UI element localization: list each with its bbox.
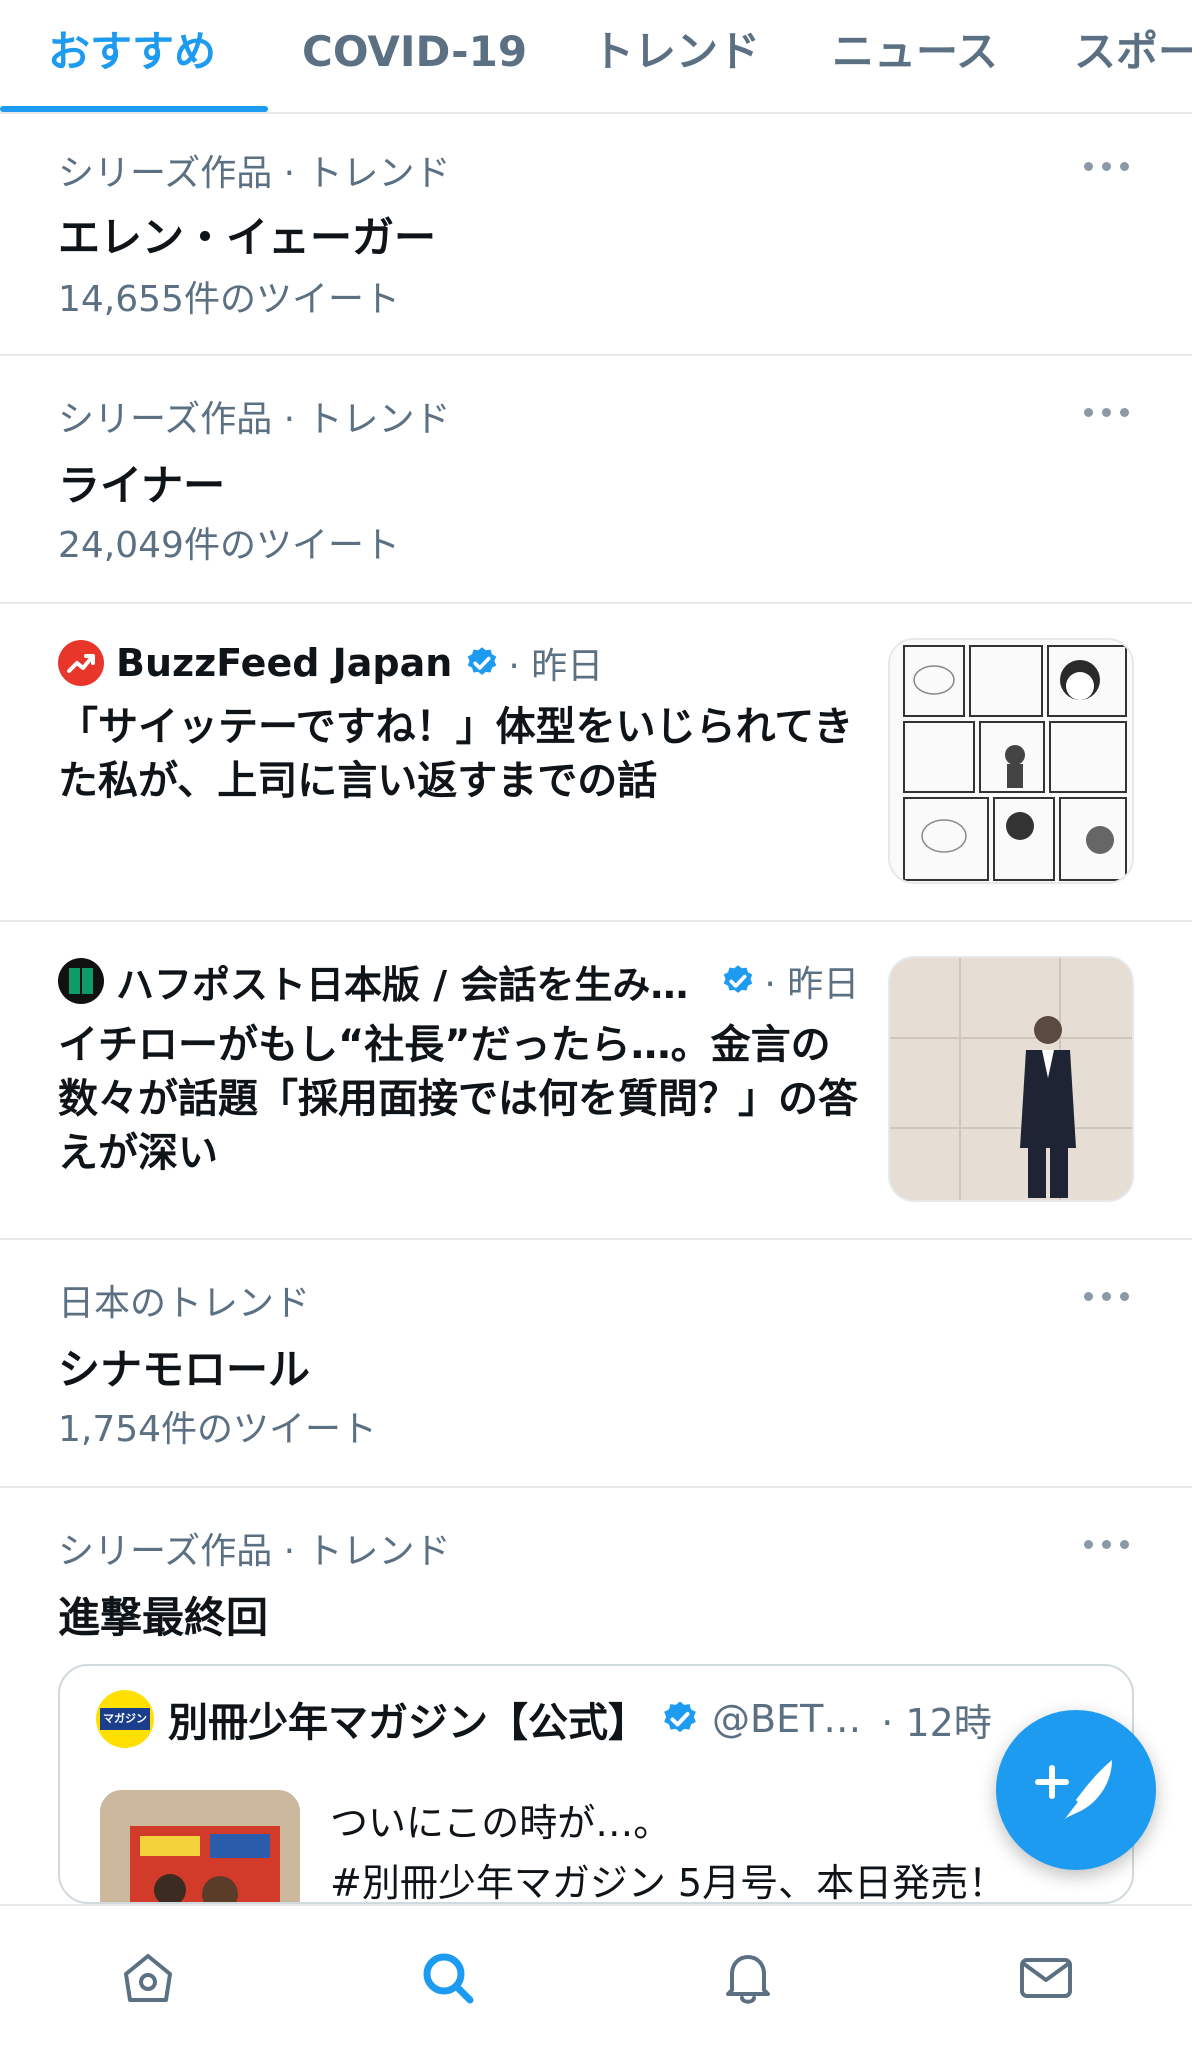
news-card[interactable]: ハフポスト日本版 / 会話を生み… · 昨日 イチローがもし“社長”だったら…。… bbox=[0, 922, 1192, 1240]
news-source-row: ハフポスト日本版 / 会話を生み… · 昨日 bbox=[58, 956, 860, 1007]
trend-category: 日本のトレンド bbox=[58, 1283, 311, 1324]
trend-tweet-count: 24,049件のツイート bbox=[58, 525, 400, 566]
man-in-suit-photo-thumbnail bbox=[888, 956, 1134, 1202]
more-options-icon[interactable] bbox=[1084, 1288, 1130, 1304]
embedded-tweet-text-line: ついにこの時が…。 bbox=[330, 1801, 672, 1845]
magazine-avatar: マガジン bbox=[96, 1690, 154, 1748]
trend-category: シリーズ作品 · トレンド bbox=[58, 153, 451, 194]
embedded-tweet-text-line: #別冊少年マガジン 5月号、本日発売！ bbox=[330, 1861, 1007, 1904]
embedded-tweet-time: · 12時 bbox=[881, 1700, 992, 1745]
news-headline: イチローがもし“社長”だったら…。金言の数々が話題「採用面接では何を質問？」の答… bbox=[58, 1022, 858, 1176]
bell-icon[interactable] bbox=[718, 1948, 778, 2008]
news-time: · 昨日 bbox=[764, 964, 860, 1005]
trend-category: シリーズ作品 · トレンド bbox=[58, 399, 451, 440]
news-headline: 「サイッテーですね！」体型をいじられてきた私が、上司に言い返すまでの話 bbox=[58, 704, 854, 804]
home-icon[interactable] bbox=[118, 1948, 178, 2008]
news-source-name: ハフポスト日本版 / 会話を生み… bbox=[116, 962, 689, 1007]
trend-item[interactable]: シリーズ作品 · トレンド ライナー 24,049件のツイート bbox=[0, 356, 1192, 604]
news-source-row: BuzzFeed Japan · 昨日 bbox=[58, 638, 603, 688]
trend-title: シナモロール bbox=[58, 1345, 311, 1394]
buzzfeed-logo-icon bbox=[58, 640, 104, 686]
embedded-tweet-author: 別冊少年マガジン【公式】 bbox=[168, 1700, 648, 1746]
embedded-tweet[interactable]: マガジン 別冊少年マガジン【公式】 @BET… · 12時 ついにこの時が…。 … bbox=[58, 1664, 1134, 1904]
search-icon[interactable] bbox=[418, 1948, 478, 2008]
active-tab-indicator bbox=[0, 106, 268, 112]
huffpost-logo-icon bbox=[58, 958, 104, 1004]
trend-tweet-count: 1,754件のツイート bbox=[58, 1409, 378, 1450]
more-options-icon[interactable] bbox=[1084, 404, 1130, 420]
trend-item[interactable]: シリーズ作品 · トレンド エレン・イェーガー 14,655件のツイート bbox=[0, 114, 1192, 356]
trend-title: エレン・イェーガー bbox=[58, 213, 437, 262]
magazine-cover-thumbnail bbox=[100, 1790, 300, 1902]
trend-title: 進撃最終回 bbox=[58, 1593, 269, 1642]
trend-tweet-count: 14,655件のツイート bbox=[58, 279, 400, 320]
trend-item[interactable]: 日本のトレンド シナモロール 1,754件のツイート bbox=[0, 1240, 1192, 1488]
embedded-tweet-header: マガジン 別冊少年マガジン【公式】 @BET… · 12時 bbox=[96, 1690, 992, 1748]
compose-tweet-icon bbox=[1035, 1760, 1112, 1830]
verified-badge-icon bbox=[664, 1701, 696, 1733]
bottom-navigation-bar bbox=[0, 1904, 1192, 2048]
manga-comic-thumbnail bbox=[888, 638, 1134, 884]
explore-tab-bar: おすすめ COVID-19 トレンド ニュース スポー bbox=[0, 0, 1192, 114]
compose-tweet-button[interactable] bbox=[996, 1710, 1156, 1870]
more-options-icon[interactable] bbox=[1084, 1536, 1130, 1552]
mail-icon[interactable] bbox=[1016, 1948, 1076, 2008]
trend-title: ライナー bbox=[58, 461, 226, 510]
tab-covid19[interactable]: COVID-19 bbox=[302, 22, 527, 82]
embedded-tweet-handle: @BET… bbox=[712, 1697, 862, 1741]
verified-badge-icon bbox=[724, 965, 753, 993]
tab-sports[interactable]: スポー bbox=[1074, 22, 1192, 82]
tab-news[interactable]: ニュース bbox=[832, 22, 998, 82]
news-card[interactable]: BuzzFeed Japan · 昨日 「サイッテーですね！」体型をいじられてき… bbox=[0, 604, 1192, 922]
tab-recommended[interactable]: おすすめ bbox=[48, 22, 216, 82]
tab-trending[interactable]: トレンド bbox=[592, 22, 760, 82]
verified-badge-icon bbox=[468, 647, 497, 675]
news-time: · 昨日 bbox=[508, 646, 604, 687]
news-source-name: BuzzFeed Japan bbox=[116, 641, 453, 685]
more-options-icon[interactable] bbox=[1084, 158, 1130, 174]
trend-category: シリーズ作品 · トレンド bbox=[58, 1531, 451, 1572]
